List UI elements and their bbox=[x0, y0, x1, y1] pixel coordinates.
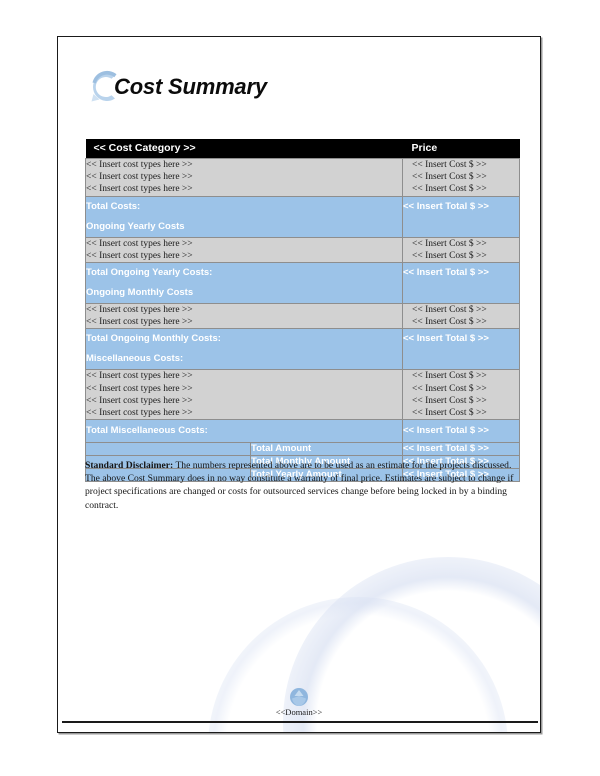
table-row: Total Miscellaneous Costs: << Insert Tota… bbox=[85, 419, 520, 444]
footer-divider bbox=[62, 721, 538, 723]
cost-price-entry: << Insert Cost $ >> bbox=[412, 238, 487, 249]
cost-type-entry: << Insert cost types here >> bbox=[86, 383, 193, 394]
cost-price-entry: << Insert Cost $ >> bbox=[412, 172, 487, 183]
table-row: << Insert cost types here >> << Insert co… bbox=[85, 303, 520, 330]
footer-domain-text: <<Domain>> bbox=[275, 707, 323, 717]
disclaimer-heading: Standard Disclaimer: bbox=[85, 459, 174, 471]
table-row: << Insert cost types here >> << Insert co… bbox=[85, 369, 520, 421]
table-row: Total Ongoing Yearly Costs: Ongoing Month… bbox=[85, 262, 520, 305]
cost-type-entry: << Insert cost types here >> bbox=[86, 408, 193, 419]
section-total-price: << Insert Total $ >> bbox=[402, 195, 520, 238]
cost-type-entry: << Insert cost types here >> bbox=[86, 395, 193, 406]
cost-price-cell: << Insert Cost $ >> << Insert Cost $ >> bbox=[402, 303, 520, 330]
cost-price-entry: << Insert Cost $ >> bbox=[412, 395, 487, 406]
grand-total-row: Total Amount << Insert Total $ >> bbox=[85, 442, 520, 457]
section-total-price: << Insert Total $ >> bbox=[402, 262, 520, 305]
cost-type-entry: << Insert cost types here >> bbox=[86, 172, 193, 183]
cost-type-entry: << Insert cost types here >> bbox=[86, 371, 193, 382]
cost-type-entry: << Insert cost types here >> bbox=[86, 317, 193, 328]
table-row: Total Costs: Ongoing Yearly Costs << Inser… bbox=[85, 195, 520, 238]
page-title: Cost Summary bbox=[114, 74, 267, 99]
cost-summary-table: << Cost Category >> Price << Insert cost t… bbox=[85, 139, 520, 483]
standard-disclaimer: Standard Disclaimer: The numbers represe… bbox=[85, 459, 519, 513]
section-total-label-cell: Total Ongoing Yearly Costs: Ongoing Month… bbox=[85, 262, 403, 305]
cost-price-cell: << Insert Cost $ >> << Insert Cost $ >> <<… bbox=[402, 369, 520, 421]
next-section-heading: Ongoing Monthly Costs bbox=[86, 287, 194, 299]
blue-circle-mark-icon bbox=[287, 685, 311, 709]
section-total-price: << Insert Total $ >> bbox=[402, 419, 520, 444]
section-total-label: Total Ongoing Monthly Costs: bbox=[86, 333, 221, 345]
cost-price-cell: << Insert Cost $ >> << Insert Cost $ >> <<… bbox=[402, 158, 520, 197]
header-cost-category: << Cost Category >> bbox=[85, 139, 403, 159]
title-block: Cost Summary bbox=[85, 65, 267, 109]
table-row: << Insert cost types here >> << Insert co… bbox=[85, 236, 520, 264]
section-total-label: Total Ongoing Yearly Costs: bbox=[86, 267, 213, 279]
section-total-label-cell: Total Miscellaneous Costs: bbox=[85, 419, 403, 444]
cost-items-cell: << Insert cost types here >> << Insert co… bbox=[85, 158, 403, 197]
cost-price-entry: << Insert Cost $ >> bbox=[412, 408, 487, 419]
cost-type-entry: << Insert cost types here >> bbox=[86, 160, 193, 170]
cost-price-entry: << Insert Cost $ >> bbox=[412, 250, 487, 261]
section-total-price: << Insert Total $ >> bbox=[402, 328, 520, 371]
cost-type-entry: << Insert cost types here >> bbox=[86, 184, 193, 195]
cost-type-entry: << Insert cost types here >> bbox=[86, 238, 193, 249]
table-row: Total Ongoing Monthly Costs: Miscellaneou… bbox=[85, 328, 520, 371]
section-total-label-cell: Total Ongoing Monthly Costs: Miscellaneou… bbox=[85, 328, 403, 371]
next-section-heading: Miscellaneous Costs: bbox=[86, 353, 184, 365]
grand-total-spacer-cell bbox=[85, 442, 251, 457]
page-footer: <<Domain>> bbox=[58, 685, 540, 717]
cost-items-cell: << Insert cost types here >> << Insert co… bbox=[85, 369, 403, 421]
cost-price-entry: << Insert Cost $ >> bbox=[412, 160, 487, 170]
header-price: Price bbox=[402, 139, 520, 159]
next-section-heading: Ongoing Yearly Costs bbox=[86, 220, 185, 232]
cost-type-entry: << Insert cost types here >> bbox=[86, 305, 193, 316]
document-page: Cost Summary << Cost Category >> Price << … bbox=[57, 36, 541, 733]
section-total-label-cell: Total Costs: Ongoing Yearly Costs bbox=[85, 195, 403, 238]
section-total-label: Total Costs: bbox=[86, 200, 141, 212]
grand-total-price: << Insert Total $ >> bbox=[402, 442, 520, 457]
cost-items-cell: << Insert cost types here >> << Insert co… bbox=[85, 303, 403, 330]
cost-price-cell: << Insert Cost $ >> << Insert Cost $ >> bbox=[402, 236, 520, 264]
grand-total-label: Total Amount bbox=[250, 442, 403, 457]
table-row: << Insert cost types here >> << Insert co… bbox=[85, 158, 520, 197]
cost-type-entry: << Insert cost types here >> bbox=[86, 250, 193, 261]
cost-price-entry: << Insert Cost $ >> bbox=[412, 317, 487, 328]
cost-price-entry: << Insert Cost $ >> bbox=[412, 305, 487, 316]
table-header-row: << Cost Category >> Price bbox=[85, 139, 520, 159]
cost-price-entry: << Insert Cost $ >> bbox=[412, 371, 487, 382]
cost-price-entry: << Insert Cost $ >> bbox=[412, 383, 487, 394]
cost-items-cell: << Insert cost types here >> << Insert co… bbox=[85, 236, 403, 264]
cost-price-entry: << Insert Cost $ >> bbox=[412, 184, 487, 195]
